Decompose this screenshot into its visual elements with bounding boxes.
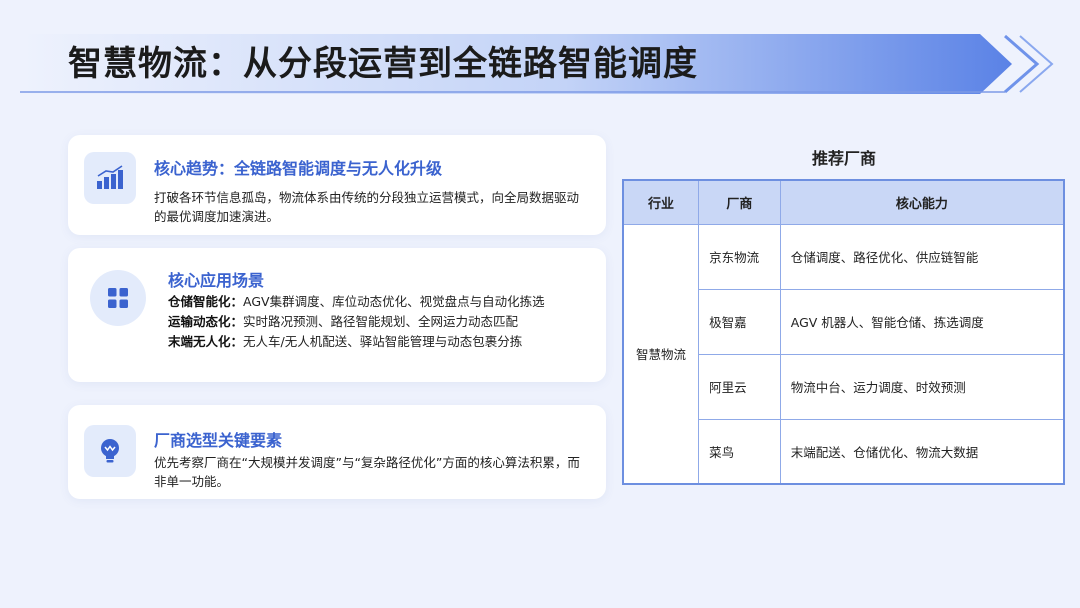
selection-card: 厂商选型关键要素 优先考察厂商在“大规模并发调度”与“复杂路径优化”方面的核心算…: [68, 405, 606, 499]
selection-title: 厂商选型关键要素: [154, 431, 283, 450]
scenarios-title: 核心应用场景: [168, 271, 265, 290]
grid-icon: [108, 288, 128, 308]
scenario-item-transport: 运输动态化：实时路况预测、路径智能规划、全网运力动态匹配: [168, 312, 545, 332]
scenario-item-warehouse: 仓储智能化：AGV集群调度、库位动态优化、视觉盘点与自动化拣选: [168, 292, 545, 312]
column-header-industry: 行业: [622, 179, 700, 225]
capability-cell: 物流中台、运力调度、时效预测: [779, 353, 1065, 420]
scenario-label: 仓储智能化：: [168, 294, 244, 309]
capability-cell: 仓储调度、路径优化、供应链智能: [779, 223, 1065, 290]
capability-cell: 末端配送、仓储优化、物流大数据: [779, 418, 1065, 485]
vendor-cell: 京东物流: [698, 223, 781, 290]
scenarios-icon-wrap: [90, 270, 146, 326]
trend-card: 核心趋势：全链路智能调度与无人化升级 打破各环节信息孤岛，物流体系由传统的分段独…: [68, 135, 606, 235]
capability-cell: AGV 机器人、智能仓储、拣选调度: [779, 288, 1065, 355]
industry-cell: 智慧物流: [622, 223, 700, 485]
scenario-text: 无人车/无人机配送、驿站智能管理与动态包裹分拣: [243, 334, 523, 349]
vendor-cell: 极智嘉: [698, 288, 781, 355]
column-header-capability: 核心能力: [779, 179, 1065, 225]
trend-title: 核心趋势：全链路智能调度与无人化升级: [154, 159, 443, 178]
trend-icon-wrap: [84, 152, 136, 204]
scenario-text: 实时路况预测、路径智能规划、全网运力动态匹配: [243, 314, 519, 329]
vendor-cell: 阿里云: [698, 353, 781, 420]
scenario-label: 运输动态化：: [168, 314, 244, 329]
bar-chart-icon: [97, 165, 123, 189]
title-band: 智慧物流：从分段运营到全链路智能调度: [20, 34, 1060, 94]
scenario-item-lastmile: 末端无人化：无人车/无人机配送、驿站智能管理与动态包裹分拣: [168, 332, 545, 352]
vendor-table: 行业 厂商 核心能力 智慧物流 京东物流 仓储调度、路径优化、供应链智能 极智嘉…: [622, 179, 1065, 485]
scenarios-card: 核心应用场景 仓储智能化：AGV集群调度、库位动态优化、视觉盘点与自动化拣选 运…: [68, 248, 606, 382]
scenarios-list: 仓储智能化：AGV集群调度、库位动态优化、视觉盘点与自动化拣选 运输动态化：实时…: [168, 292, 545, 352]
selection-body: 优先考察厂商在“大规模并发调度”与“复杂路径优化”方面的核心算法积累，而非单一功…: [154, 455, 580, 489]
column-header-vendor: 厂商: [698, 179, 781, 225]
page-title: 智慧物流：从分段运营到全链路智能调度: [68, 44, 698, 84]
scenario-text: AGV集群调度、库位动态优化、视觉盘点与自动化拣选: [243, 294, 545, 309]
lightbulb-icon: [101, 439, 119, 463]
table-row: 智慧物流 京东物流 仓储调度、路径优化、供应链智能: [622, 223, 1065, 485]
vendor-cell: 菜鸟: [698, 418, 781, 485]
scenario-label: 末端无人化：: [168, 334, 244, 349]
trend-body: 打破各环节信息孤岛，物流体系由传统的分段独立运营模式，向全局数据驱动的最优调度加…: [154, 190, 580, 224]
vendor-table-title: 推荐厂商: [812, 149, 877, 168]
selection-icon-wrap: [84, 425, 136, 477]
table-header-row: 行业 厂商 核心能力: [622, 179, 1065, 225]
